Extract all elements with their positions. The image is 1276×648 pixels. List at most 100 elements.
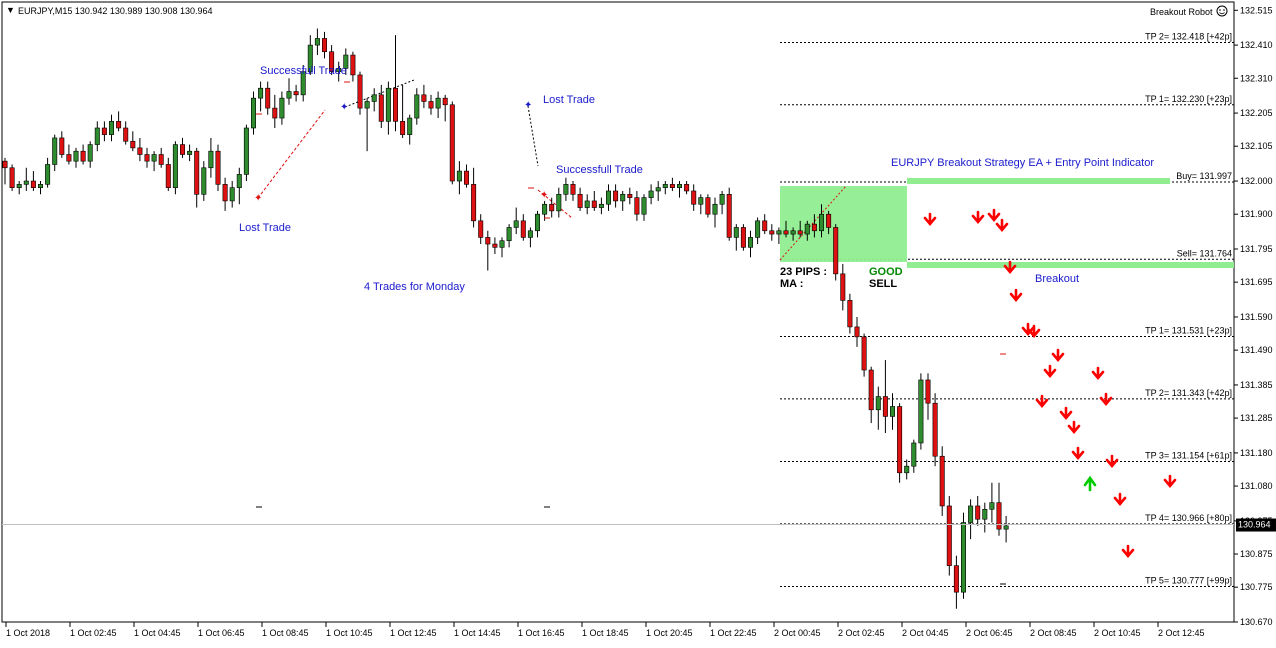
candle-body: [684, 184, 690, 192]
candle-body: [73, 150, 79, 162]
sell-level-bar: [907, 262, 1234, 268]
price-tick-label: 130.875: [1240, 549, 1273, 559]
candle-body: [854, 326, 860, 338]
candle-body: [946, 505, 952, 566]
candle-body: [847, 300, 853, 328]
time-tick-label: 1 Oct 20:45: [646, 628, 693, 638]
candle-body: [960, 522, 966, 593]
candle-body: [449, 104, 455, 182]
entry-marker: ✦: [540, 190, 548, 201]
candle-body: [407, 117, 413, 135]
candle-body: [101, 127, 107, 135]
candle-body: [982, 508, 988, 520]
candle-body: [911, 442, 917, 467]
candle-body: [882, 396, 888, 417]
price-tick-label: 131.490: [1240, 345, 1273, 355]
candle-body: [428, 101, 434, 109]
price-chart-svg[interactable]: TP 2= 132.418 [+42p] TP 1= 132.230 [+23p]…: [0, 0, 1276, 643]
candle-body: [251, 97, 257, 129]
candle-body: [272, 107, 278, 119]
candle-body: [662, 184, 668, 188]
candle-body: [87, 144, 93, 162]
candle-body: [229, 187, 235, 202]
candle-body: [279, 97, 285, 119]
candle-body: [811, 223, 817, 232]
level-label: TP 5= 130.777 [+99p]: [1145, 576, 1232, 586]
price-tick-label: 132.310: [1240, 73, 1273, 83]
smiley-eye-right: [1223, 9, 1225, 11]
candle-body: [265, 87, 271, 109]
candle-body: [116, 121, 122, 129]
candle-body: [187, 150, 193, 155]
price-tick-label: 131.590: [1240, 312, 1273, 322]
candle-body: [769, 230, 775, 235]
candle-body: [385, 87, 391, 122]
sell-signal-label: SELL: [869, 278, 897, 290]
level-label: TP 2= 132.418 [+42p]: [1145, 31, 1232, 41]
candle-body: [463, 170, 469, 185]
candle-body: [648, 190, 654, 198]
candle-body: [655, 187, 661, 192]
candle-body: [627, 193, 633, 198]
candle-body: [542, 203, 548, 215]
candle-body: [492, 243, 498, 248]
candle-body: [776, 230, 782, 235]
candle-body: [790, 230, 796, 235]
candle-body: [783, 230, 789, 235]
good-label: GOOD: [869, 266, 903, 278]
candle-body: [137, 147, 143, 155]
candle-body: [598, 203, 604, 208]
candle-body: [286, 91, 292, 99]
candle-body: [442, 97, 448, 106]
time-tick-label: 1 Oct 10:45: [326, 628, 373, 638]
time-tick-label: 2 Oct 12:45: [1158, 628, 1205, 638]
candle-body: [392, 87, 398, 122]
successful-trade-label-1: Successfull Trade: [260, 65, 347, 77]
candle-body: [421, 94, 427, 102]
price-tick-label: 132.515: [1240, 5, 1273, 15]
candle-body: [471, 184, 477, 222]
lost-trade-label-1: Lost Trade: [239, 222, 291, 234]
time-tick-label: 1 Oct 22:45: [710, 628, 757, 638]
candle-body: [258, 87, 264, 99]
price-tick-label: 130.670: [1240, 617, 1273, 627]
smiley-eye-left: [1219, 9, 1221, 11]
candle-body: [158, 154, 164, 165]
monday-trades-label: 4 Trades for Monday: [364, 281, 465, 293]
candle-body: [620, 193, 626, 202]
candle-body: [194, 150, 200, 195]
candle-body: [563, 184, 569, 195]
candle-body: [321, 38, 327, 53]
candle-body: [151, 154, 157, 162]
candle-body: [180, 144, 186, 155]
time-tick-label: 1 Oct 16:45: [518, 628, 565, 638]
pips-label: 23 PIPS :: [780, 266, 827, 278]
candle-body: [968, 505, 974, 523]
candle-body: [939, 455, 945, 507]
time-tick-label: 2 Oct 06:45: [966, 628, 1013, 638]
candle-body: [236, 174, 242, 188]
candle-body: [2, 160, 8, 169]
trading-chart[interactable]: TP 2= 132.418 [+42p] TP 1= 132.230 [+23p]…: [0, 0, 1276, 643]
candle-body: [456, 170, 462, 182]
candle-body: [605, 190, 611, 205]
candle-body: [762, 220, 768, 232]
level-label: TP 2= 131.343 [+42p]: [1145, 388, 1232, 398]
candle-body: [123, 127, 129, 142]
time-tick-label: 2 Oct 00:45: [774, 628, 821, 638]
candle-body: [350, 54, 356, 76]
time-tick-label: 1 Oct 08:45: [262, 628, 309, 638]
ma-label: MA :: [780, 278, 803, 290]
candle-body: [400, 121, 406, 135]
candle-body: [897, 406, 903, 474]
candle-body: [59, 137, 65, 155]
level-label: TP 3= 131.154 [+61p]: [1145, 451, 1232, 461]
candle-body: [591, 200, 597, 208]
price-tick-label: 131.285: [1240, 413, 1273, 423]
level-label: TP 1= 132.230 [+23p]: [1145, 94, 1232, 104]
candle-body: [378, 94, 384, 122]
candle-body: [676, 184, 682, 188]
candle-body: [293, 91, 299, 96]
buy-level-bar: [907, 178, 1170, 184]
candle-body: [94, 127, 100, 145]
